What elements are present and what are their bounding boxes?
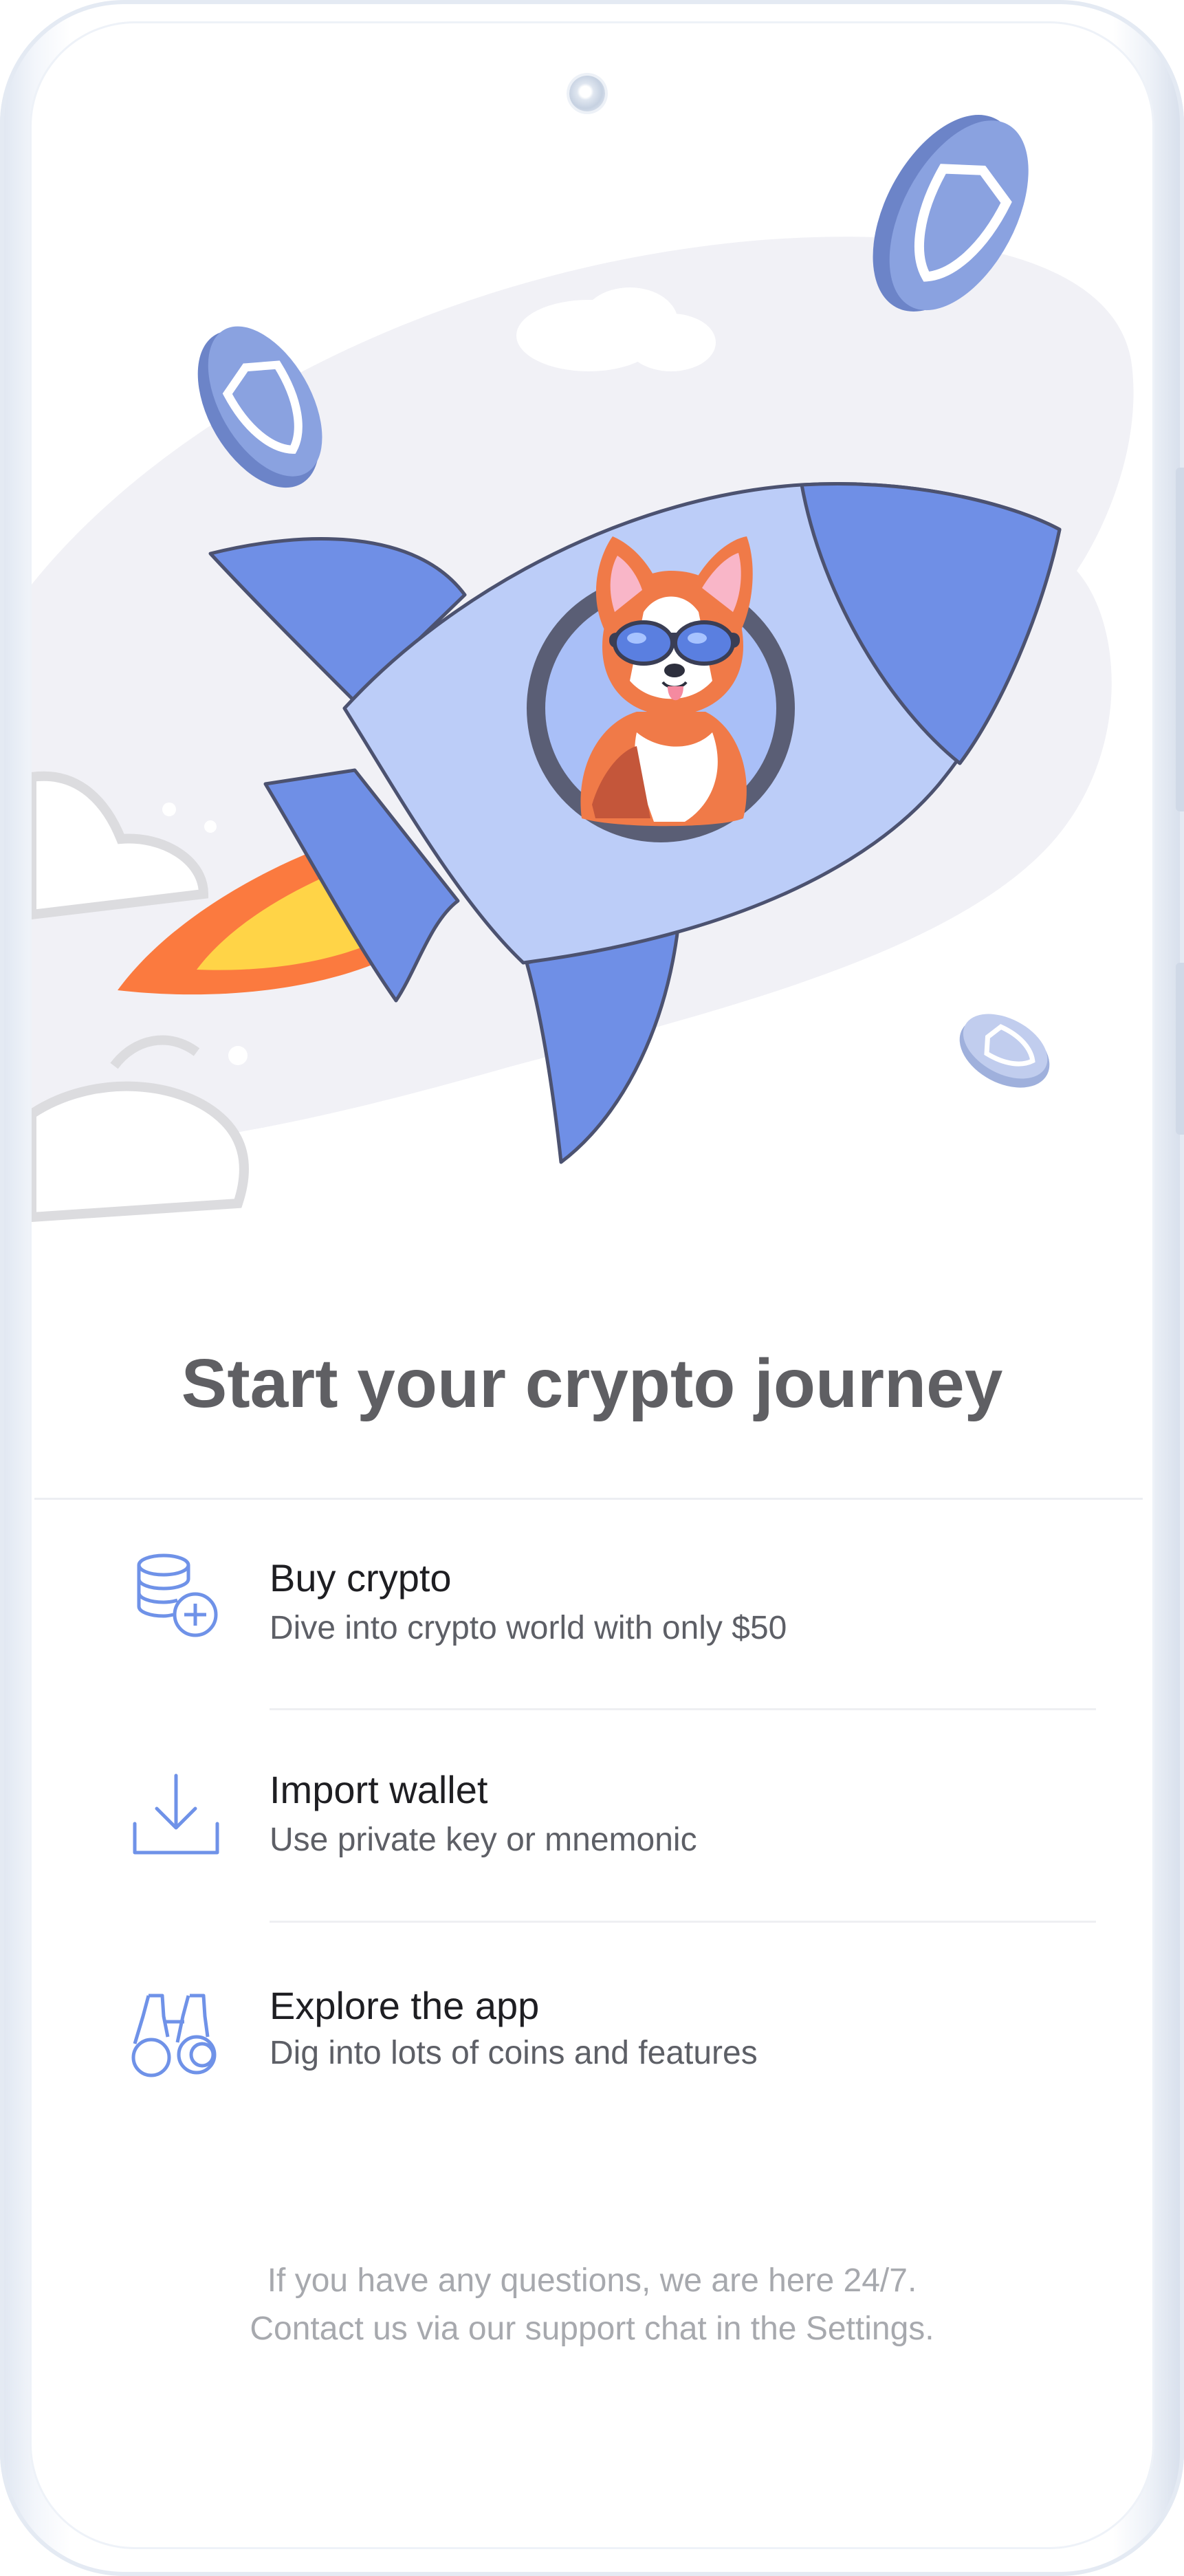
option-description: Dig into lots of coins and features <box>270 2035 758 2071</box>
hero-illustration <box>32 89 1152 1245</box>
divider <box>270 1708 1096 1710</box>
option-description: Dive into crypto world with only $50 <box>270 1610 787 1646</box>
binoculars-icon <box>128 1989 224 2085</box>
option-label: Buy crypto <box>270 1556 452 1600</box>
sparkle-dot <box>228 1046 248 1065</box>
support-note: Contact us via our support chat in the S… <box>250 2311 934 2347</box>
rocket-fin <box>525 926 680 1164</box>
option-label: Explore the app <box>270 1984 540 2027</box>
divider <box>270 1921 1096 1923</box>
divider <box>34 1498 1143 1500</box>
option-explore-app[interactable]: Explore the app Dig into lots of coins a… <box>32 1957 1152 2163</box>
option-label: Import wallet <box>270 1768 488 1811</box>
phone-side-button <box>1176 963 1184 1135</box>
shield-coin-icon <box>959 1014 1050 1088</box>
phone-side-button <box>1176 468 1184 811</box>
page-title: Start your crypto journey <box>181 1345 1003 1422</box>
sparkle-dot <box>204 820 217 833</box>
sparkle-dot <box>162 803 176 816</box>
option-description: Use private key or mnemonic <box>270 1822 697 1858</box>
support-note: If you have any questions, we are here 2… <box>267 2262 917 2299</box>
download-icon <box>128 1767 224 1864</box>
coins-plus-icon <box>128 1547 224 1644</box>
